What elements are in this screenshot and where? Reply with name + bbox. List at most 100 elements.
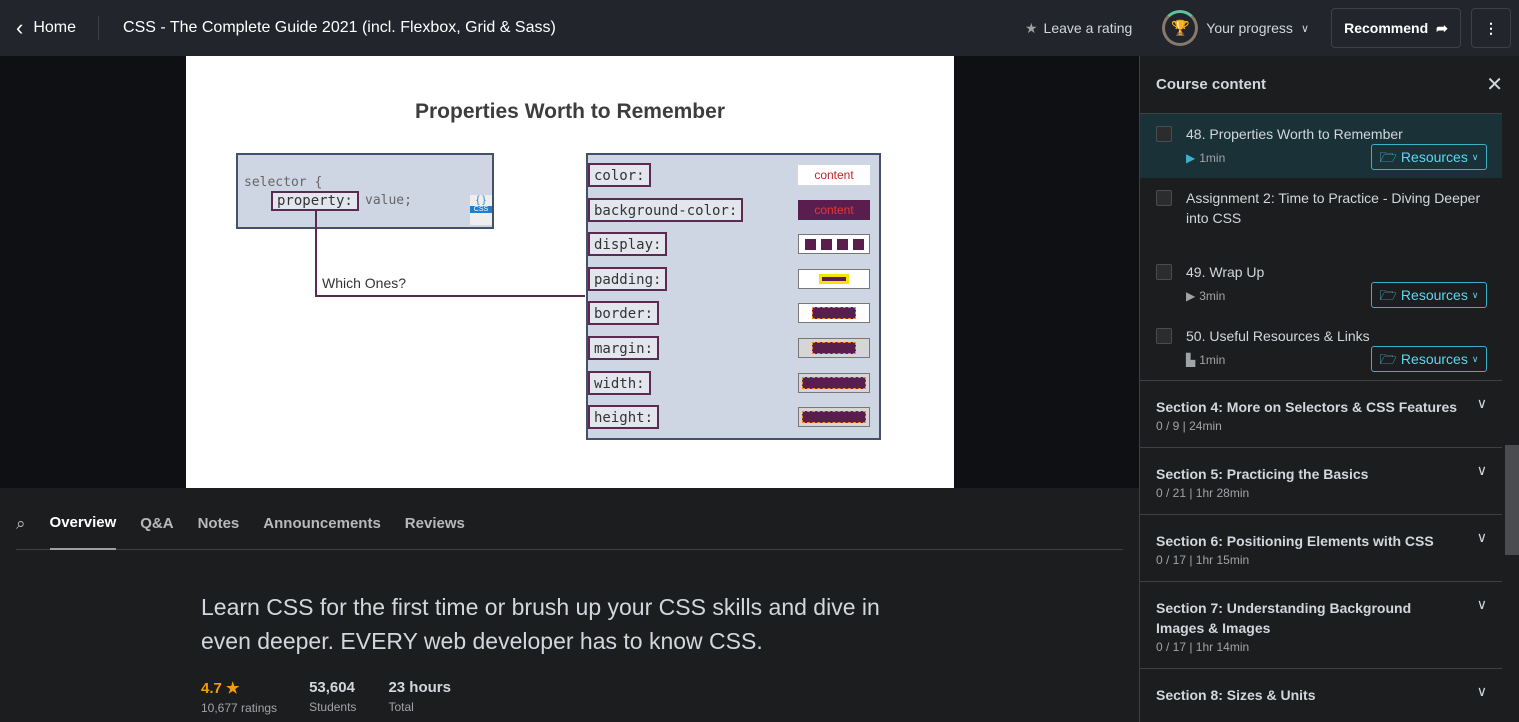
property-label: background-color: [588,197,744,222]
lecture-checkbox[interactable] [1156,190,1172,206]
scrollbar-thumb[interactable] [1505,445,1519,555]
code-box: selector { property: value; { } CSS [236,153,494,229]
property-demo [798,407,870,428]
search-icon[interactable]: ⌕ [16,514,26,534]
more-options-button[interactable]: ⋮ [1471,8,1511,48]
code-property: property: [271,191,359,211]
section-meta: 0 / 17 | 1hr 15min [1156,553,1250,567]
property-demo [798,234,870,255]
property-row: width: [588,370,651,395]
arrow-label: Which Ones? [322,275,407,291]
property-row: color: [588,163,651,187]
home-label: Home [33,19,77,36]
students-label: Students [309,700,357,714]
video-player[interactable]: Properties Worth to Remember selector { … [0,56,1139,488]
property-label: padding: [588,266,668,291]
property-demo [798,338,870,358]
chevron-down-icon: ∨ [1476,529,1487,545]
students-count: 53,604 [309,679,355,696]
section-title: Section 5: Practicing the Basics [1156,466,1369,482]
tab-announcements[interactable]: Announcements [263,498,381,550]
chevron-down-icon: ∨ [1476,596,1487,612]
lecture-title: 50. Useful Resources & Links [1186,328,1370,344]
hours-label: Total [388,700,414,714]
home-link[interactable]: ‹ Home [0,15,100,40]
lecture-title: Assignment 2: Time to Practice - Diving … [1186,190,1481,226]
resources-label: Resources [1400,149,1468,165]
section-header[interactable]: Section 6: Positioning Elements with CSS… [1140,514,1503,581]
property-row: display: [588,232,668,257]
property-label: margin: [588,336,660,360]
lecture-duration: 1min [1199,151,1226,165]
tab-qa[interactable]: Q&A [140,498,173,550]
code-value: value; [365,193,412,208]
progress-dropdown[interactable]: 🏆 Your progress ∨ [1162,10,1309,46]
chevron-down-icon: ∨ [1471,152,1479,162]
section-header[interactable]: Section 7: Understanding Background Imag… [1140,581,1503,668]
resources-button[interactable]: 🗁 Resources ∨ [1371,346,1487,372]
lecture-item[interactable]: 50. Useful Resources & Links ▙ 1min 🗁 Resour… [1140,316,1503,380]
lecture-checkbox[interactable] [1156,328,1172,344]
arrow-line [315,295,585,297]
property-label: border: [588,301,660,326]
chevron-down-icon: ∨ [1471,290,1479,300]
lecture-item[interactable]: Assignment 2: Time to Practice - Diving … [1140,178,1503,252]
resources-button[interactable]: 🗁 Resources ∨ [1371,144,1487,170]
lecture-item[interactable]: 49. Wrap Up ▶ 3min 🗁 Resources ∨ [1140,252,1503,316]
play-icon: ▶ [1186,151,1196,165]
folder-icon: 🗁 [1379,149,1397,165]
section-header[interactable]: Section 4: More on Selectors & CSS Featu… [1140,380,1503,447]
css-file-icon: { } CSS [470,195,492,225]
leave-rating-button[interactable]: ★ Leave a rating [1025,20,1132,37]
lecture-checkbox[interactable] [1156,264,1172,280]
css-badge: CSS [470,206,492,213]
rating-label: Leave a rating [1043,20,1133,36]
tab-reviews[interactable]: Reviews [405,498,465,550]
lecture-item[interactable]: 48. Properties Worth to Remember ▶ 1min 🗁 Re… [1140,114,1503,178]
chevron-down-icon: ∨ [1476,462,1487,478]
property-demo [798,268,870,289]
properties-box: color: content background-color: content dis… [586,153,881,440]
property-demo [798,303,870,324]
property-row: border: [588,301,660,326]
resources-label: Resources [1400,287,1468,303]
star-icon: ★ [1024,19,1038,36]
section-meta: 0 / 17 | 1hr 14min [1156,640,1250,654]
section-header[interactable]: Section 5: Practicing the Basics 0 / 21 |… [1140,447,1503,514]
folder-icon: 🗁 [1379,287,1397,303]
tab-bar: ⌕ Overview Q&A Notes Announcements Revie… [16,498,1123,550]
course-content-sidebar: Course content ✕ 48. Properties Worth to … [1139,56,1519,722]
section-meta: 0 / 9 | 24min [1156,419,1222,433]
property-demo: content [798,165,870,185]
ratings-count: 10,677 ratings [201,701,278,715]
share-icon: ➦ [1436,19,1448,36]
chevron-down-icon: ∨ [1300,22,1309,35]
tab-notes[interactable]: Notes [198,498,240,550]
slide-title: Properties Worth to Remember [414,100,725,123]
resources-label: Resources [1400,351,1468,367]
resources-button[interactable]: 🗁 Resources ∨ [1371,282,1487,308]
top-bar: ‹ Home CSS - The Complete Guide 2021 (inc… [0,0,1519,56]
section-title: Section 7: Understanding Background Imag… [1156,600,1412,636]
lecture-slide: Properties Worth to Remember selector { … [186,56,954,488]
section-title: Section 4: More on Selectors & CSS Featu… [1156,399,1458,415]
property-row: background-color: [588,197,744,222]
course-description: Learn CSS for the first time or brush up… [201,594,880,654]
property-label: width: [588,370,651,395]
section-title: Section 6: Positioning Elements with CSS [1156,533,1434,549]
file-icon: ▙ [1186,353,1196,367]
property-label: height: [588,405,660,430]
section-header[interactable]: Section 8: Sizes & Units ∨ [1140,668,1503,721]
tab-overview[interactable]: Overview [49,498,117,550]
scrollbar[interactable] [1502,56,1519,722]
kebab-icon: ⋮ [1484,19,1498,36]
close-icon[interactable]: ✕ [1486,72,1503,97]
section-title: Section 8: Sizes & Units [1156,687,1316,703]
chevron-down-icon: ∨ [1476,683,1487,699]
total-hours: 23 hours [388,679,451,696]
chevron-down-icon: ∨ [1476,395,1487,411]
lecture-checkbox[interactable] [1156,126,1172,142]
recommend-button[interactable]: Recommend ➦ [1331,8,1461,48]
folder-icon: 🗁 [1379,351,1397,367]
property-demo: content [798,199,870,220]
